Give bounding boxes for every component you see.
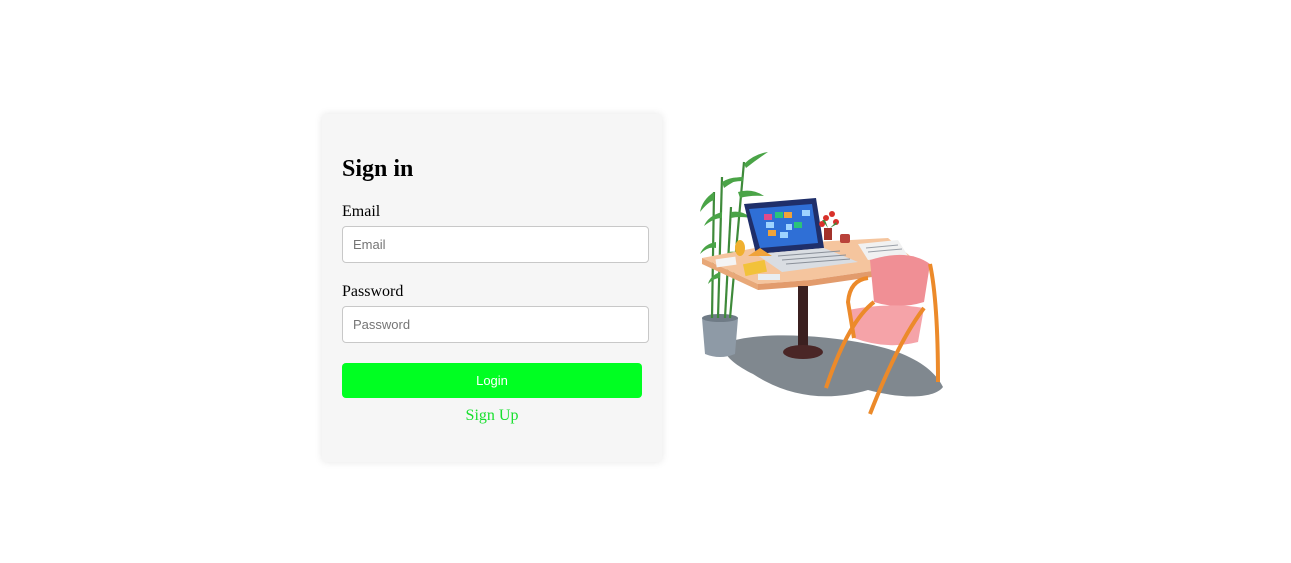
cup <box>840 234 850 243</box>
email-label: Email <box>342 203 381 220</box>
email-input[interactable] <box>342 226 649 263</box>
desk-leg <box>798 286 808 350</box>
plant-pot <box>702 318 738 357</box>
login-button[interactable]: Login <box>342 363 642 398</box>
desk-workspace-illustration <box>698 152 950 418</box>
signin-card: Sign in Email Password Login Sign Up <box>322 114 662 462</box>
password-label: Password <box>342 283 404 300</box>
flower-pot <box>824 228 832 240</box>
signin-title: Sign in <box>342 156 414 182</box>
password-input[interactable] <box>342 306 649 343</box>
signup-link[interactable]: Sign Up <box>322 406 662 426</box>
